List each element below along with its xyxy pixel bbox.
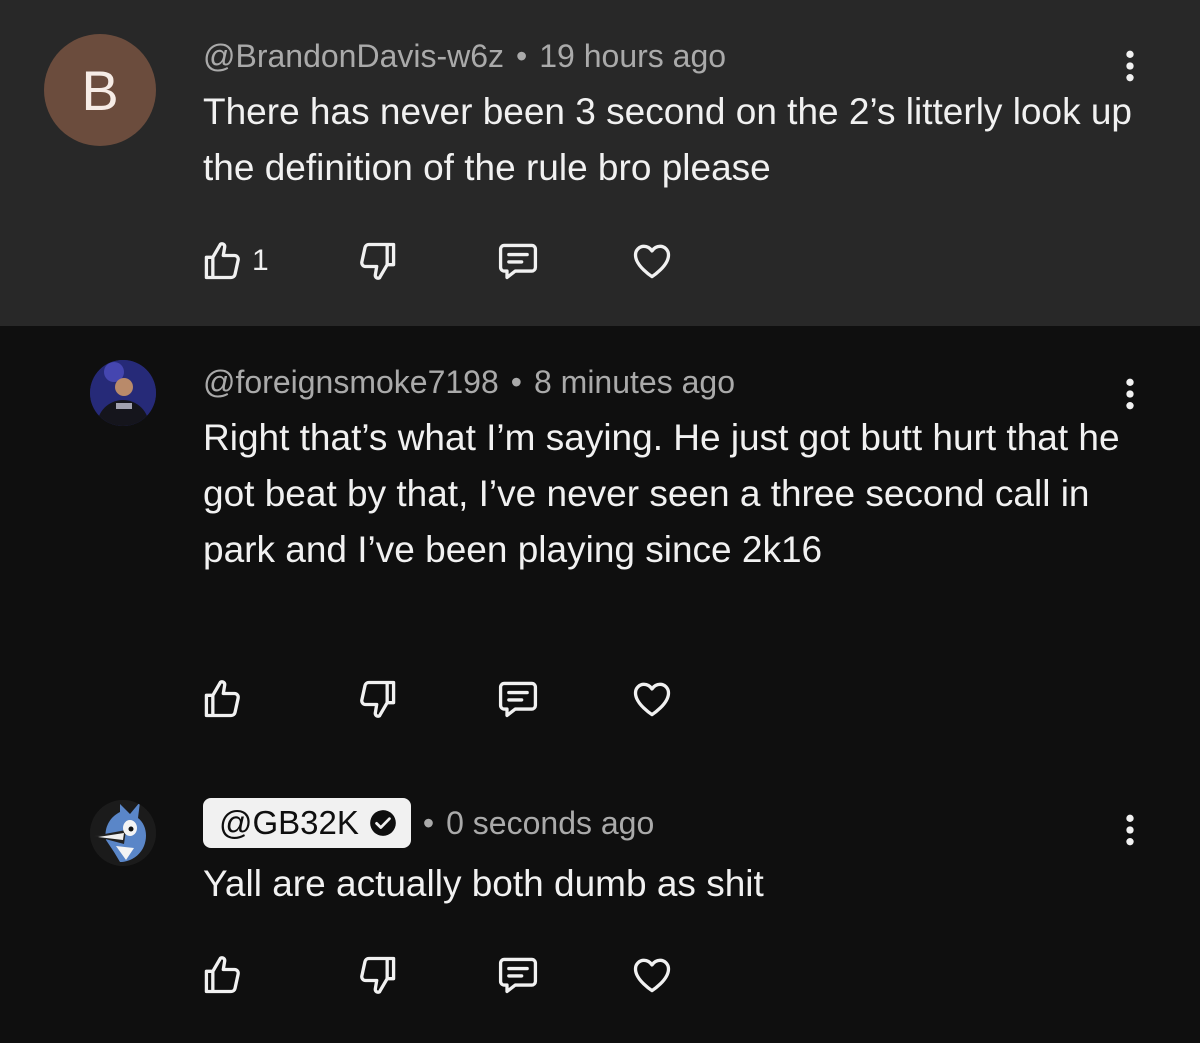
dislike-button[interactable] xyxy=(356,674,400,724)
like-count: 1 xyxy=(252,244,269,277)
comment-author[interactable]: @BrandonDavis-w6z xyxy=(203,38,504,75)
heart-button[interactable] xyxy=(630,236,674,286)
comment-timestamp[interactable]: 8 minutes ago xyxy=(534,364,735,401)
comment-thread-item: B @BrandonDavis-w6z • 19 hours ago There… xyxy=(0,0,1200,326)
avatar[interactable] xyxy=(90,800,156,866)
dislike-button[interactable] xyxy=(356,950,400,1000)
comment-timestamp[interactable]: 0 seconds ago xyxy=(446,805,654,842)
person-photo-icon xyxy=(90,360,156,426)
thumbs-down-icon xyxy=(356,953,400,997)
comment-header: @foreignsmoke7198 • 8 minutes ago xyxy=(203,362,735,402)
comment-thread-item: @foreignsmoke7198 • 8 minutes ago Right … xyxy=(0,326,1200,756)
thumbs-up-icon xyxy=(200,953,244,997)
thumbs-down-icon xyxy=(356,677,400,721)
comment-header: @GB32K • 0 seconds ago xyxy=(203,798,654,848)
comment-header: @BrandonDavis-w6z • 19 hours ago xyxy=(203,36,726,76)
dislike-button[interactable] xyxy=(356,236,400,286)
separator-dot: • xyxy=(516,37,528,74)
separator-dot: • xyxy=(422,804,435,841)
more-vertical-icon xyxy=(1110,44,1150,88)
more-actions-button[interactable] xyxy=(1110,370,1150,418)
comment-actions: 1 xyxy=(200,236,700,286)
avatar[interactable] xyxy=(90,360,156,426)
creator-handle-badge[interactable]: @GB32K xyxy=(203,798,411,848)
comment-author[interactable]: @foreignsmoke7198 xyxy=(203,364,499,401)
more-vertical-icon xyxy=(1110,372,1150,416)
comment-text: Right that’s what I’m saying. He just go… xyxy=(203,417,1120,570)
comment-author: @GB32K xyxy=(219,804,359,841)
more-vertical-icon xyxy=(1110,808,1150,852)
comment-actions xyxy=(200,950,700,1000)
like-button[interactable]: 1 xyxy=(200,236,269,286)
comment-text: There has never been 3 second on the 2’s… xyxy=(203,91,1133,188)
heart-icon xyxy=(630,953,674,997)
comment-text: Yall are actually both dumb as shit xyxy=(203,863,764,904)
heart-button[interactable] xyxy=(630,674,674,724)
like-button[interactable] xyxy=(200,674,244,724)
reply-button[interactable] xyxy=(496,674,540,724)
comment-timestamp[interactable]: 19 hours ago xyxy=(539,38,726,75)
avatar[interactable]: B xyxy=(44,34,156,146)
reply-button[interactable] xyxy=(496,950,540,1000)
thumbs-down-icon xyxy=(356,239,400,283)
reply-icon xyxy=(496,239,540,283)
heart-icon xyxy=(630,239,674,283)
cartoon-bird-avatar-icon xyxy=(90,800,156,866)
reply-icon xyxy=(496,953,540,997)
reply-button[interactable] xyxy=(496,236,540,286)
like-button[interactable] xyxy=(200,950,244,1000)
thumbs-up-icon xyxy=(200,677,244,721)
reply-icon xyxy=(496,677,540,721)
comment-thread-item: @GB32K • 0 seconds ago Yall are actually… xyxy=(0,756,1200,1043)
more-actions-button[interactable] xyxy=(1110,42,1150,90)
heart-button[interactable] xyxy=(630,950,674,1000)
more-actions-button[interactable] xyxy=(1110,806,1150,854)
comment-actions xyxy=(200,674,700,724)
separator-dot: • xyxy=(510,363,522,400)
heart-icon xyxy=(630,677,674,721)
verified-check-icon xyxy=(369,809,397,837)
avatar-letter: B xyxy=(81,58,119,122)
thumbs-up-icon xyxy=(200,239,244,283)
